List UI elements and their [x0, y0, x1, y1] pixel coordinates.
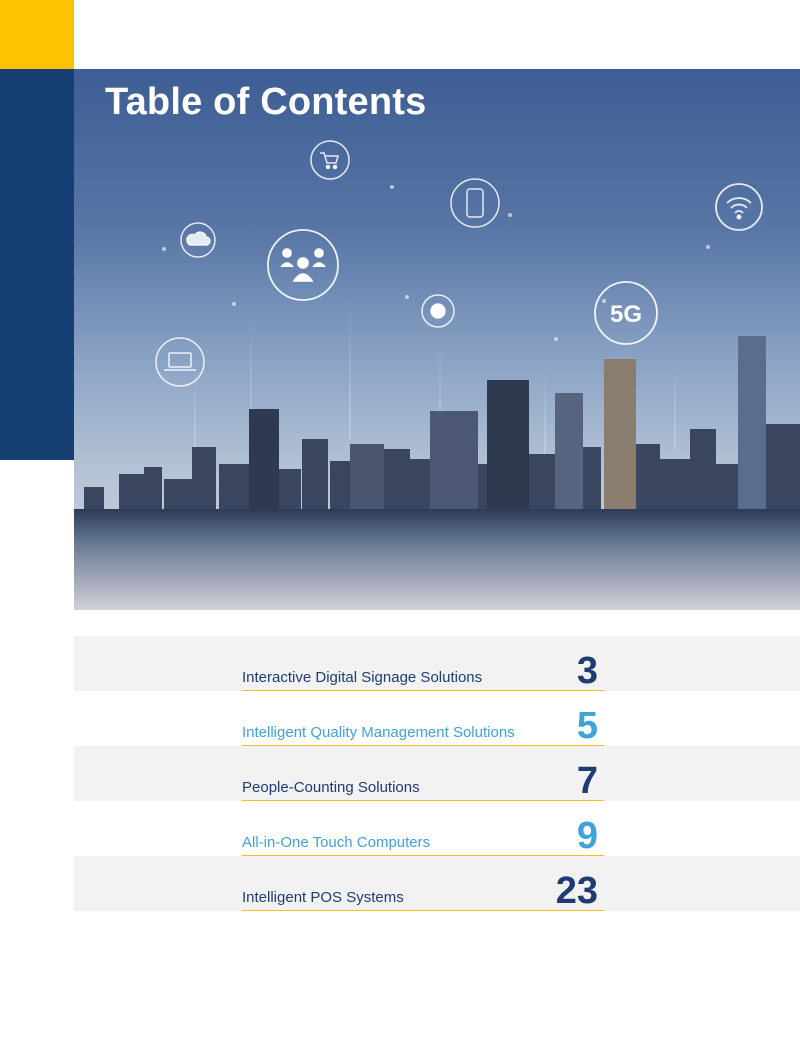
- toc-item-label: People-Counting Solutions: [242, 779, 420, 796]
- toc-item-page: 9: [576, 815, 598, 857]
- navy-accent-block: [0, 69, 74, 460]
- toc-item[interactable]: All-in-One Touch Computers 9: [74, 801, 800, 856]
- table-of-contents: Interactive Digital Signage Solutions 3 …: [74, 636, 800, 911]
- toc-item-rule: [242, 909, 604, 911]
- toc-item[interactable]: Intelligent Quality Management Solutions…: [74, 691, 800, 746]
- hero-image: 5G Table of Contents: [74, 69, 800, 610]
- toc-item-page: 7: [576, 760, 598, 802]
- people-icon: [267, 229, 339, 301]
- toc-item-label: All-in-One Touch Computers: [242, 834, 431, 851]
- toc-item[interactable]: People-Counting Solutions 7: [74, 746, 800, 801]
- dot-icon: [421, 294, 455, 328]
- city-skyline-illustration: 5G: [74, 140, 800, 610]
- smartphone-icon: [450, 178, 500, 228]
- waterfront: [74, 509, 800, 610]
- yellow-accent-block: [0, 0, 74, 69]
- toc-item-label: Intelligent Quality Management Solutions: [242, 724, 515, 741]
- toc-item-page: 5: [576, 705, 598, 747]
- toc-item-label: Intelligent POS Systems: [242, 889, 404, 906]
- toc-item-page: 23: [555, 870, 598, 912]
- toc-item-label: Interactive Digital Signage Solutions: [242, 669, 483, 686]
- laptop-icon: [155, 337, 205, 387]
- page-title: Table of Contents: [105, 81, 427, 123]
- cart-icon-badge: [310, 140, 350, 180]
- wifi-icon: [715, 183, 763, 231]
- 5g-label: 5G: [610, 301, 642, 328]
- cloud-icon: [180, 222, 216, 258]
- toc-item-page: 3: [576, 650, 598, 692]
- toc-item[interactable]: Intelligent POS Systems 23: [74, 856, 800, 911]
- toc-item[interactable]: Interactive Digital Signage Solutions 3: [74, 636, 800, 691]
